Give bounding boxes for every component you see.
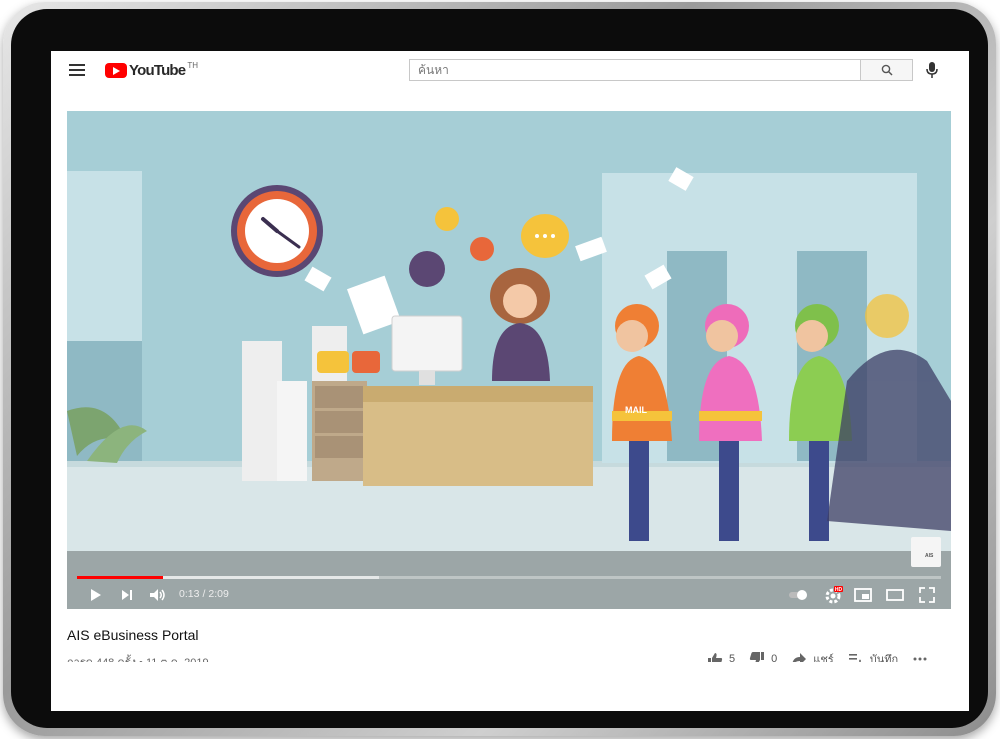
play-icon[interactable] <box>85 585 105 605</box>
next-icon[interactable] <box>117 585 137 605</box>
tablet-frame: YouTube TH ค้นหา MAIL AIS 0:13 / 2:09 HD… <box>3 2 996 736</box>
ais-watermark[interactable]: AIS <box>911 537 941 567</box>
youtube-logo[interactable]: YouTube TH <box>105 62 198 80</box>
menu-icon[interactable] <box>69 64 85 76</box>
search-button[interactable] <box>861 59 913 81</box>
hd-badge: HD <box>835 587 843 593</box>
time-display: 0:13/2:09 <box>179 588 229 600</box>
ais-watermark-text: AIS <box>925 553 934 559</box>
theater-mode-icon[interactable] <box>885 585 905 605</box>
mic-icon[interactable] <box>925 61 939 79</box>
search-icon <box>881 64 893 76</box>
video-title: AIS eBusiness Portal <box>67 627 199 643</box>
volume-icon[interactable] <box>147 585 167 605</box>
duration: 2:09 <box>208 588 229 600</box>
screen: YouTube TH ค้นหา MAIL AIS 0:13 / 2:09 HD… <box>51 51 969 711</box>
video-frame: MAIL <box>67 167 951 609</box>
header: YouTube TH <box>51 51 969 91</box>
youtube-play-icon <box>105 63 127 78</box>
progress-bar[interactable] <box>77 576 941 579</box>
fullscreen-icon[interactable] <box>917 585 937 605</box>
logo-country-code: TH <box>187 61 199 70</box>
autoplay-toggle-icon[interactable] <box>787 585 811 605</box>
desk-mail-label: MAIL <box>625 405 647 415</box>
page-bottom <box>51 662 969 711</box>
control-bar: 0:13/2:09 HD <box>67 581 951 609</box>
settings-icon[interactable]: HD <box>823 585 843 605</box>
logo-text: YouTube <box>129 62 186 79</box>
progress-played <box>77 576 164 579</box>
current-time: 0:13 <box>179 588 200 600</box>
search-input[interactable] <box>409 59 861 81</box>
video-player[interactable]: MAIL AIS 0:13/2:09 HD <box>67 111 951 609</box>
miniplayer-icon[interactable] <box>853 585 873 605</box>
tablet-bezel: YouTube TH ค้นหา MAIL AIS 0:13 / 2:09 HD… <box>11 9 988 728</box>
